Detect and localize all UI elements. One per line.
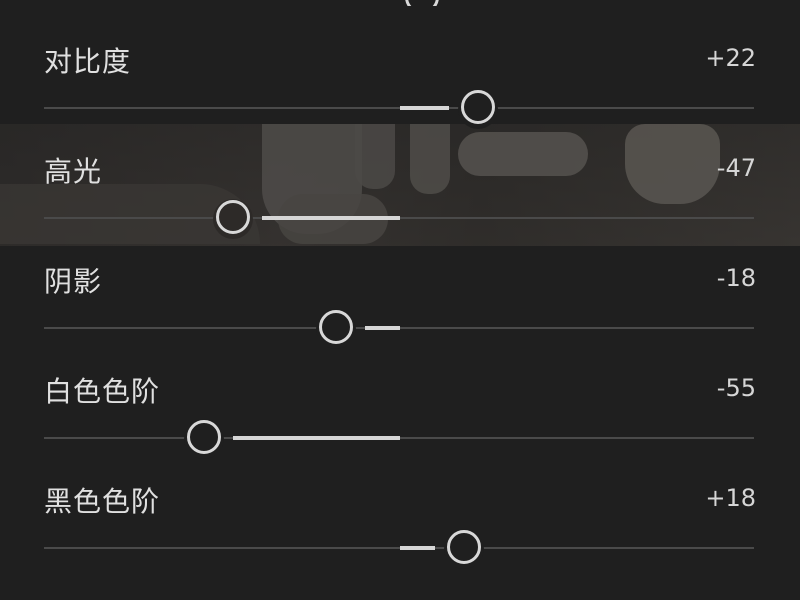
slider-row-highlights: 高光 -47 [0, 120, 800, 239]
adjustment-panel: 对比度 +22 高光 -47 阴影 -18 白色色阶 -55 黑色色阶 +18 [0, 0, 800, 600]
slider-value: -47 [716, 154, 756, 182]
slider-value: +18 [705, 484, 756, 512]
slider-value: -55 [716, 374, 756, 402]
slider-label: 黑色色阶 [44, 485, 161, 518]
slider-thumb[interactable] [447, 530, 482, 564]
slider-thumb[interactable] [187, 420, 222, 454]
slider-thumb[interactable] [318, 310, 353, 344]
slider-label: 高光 [44, 155, 103, 188]
slider-row-shadows: 阴影 -18 [0, 230, 800, 349]
slider-track[interactable] [44, 107, 754, 109]
slider-label: 对比度 [44, 45, 132, 78]
slider-fill [233, 436, 400, 440]
slider-fill [400, 546, 436, 550]
slider-value: +22 [705, 44, 756, 72]
slider-row-blacks: 黑色色阶 +18 [0, 450, 800, 569]
slider-row-whites: 白色色阶 -55 [0, 340, 800, 459]
slider-track[interactable] [44, 547, 754, 549]
slider-row-contrast: 对比度 +22 [0, 10, 800, 129]
slider-value: -18 [716, 264, 756, 292]
slider-fill [364, 326, 400, 330]
slider-label: 白色色阶 [44, 375, 161, 408]
slider-thumb[interactable] [215, 200, 250, 234]
previous-slider-thumb[interactable] [403, 0, 441, 6]
slider-label: 阴影 [44, 265, 103, 298]
slider-fill [261, 216, 400, 220]
slider-fill [400, 106, 450, 110]
